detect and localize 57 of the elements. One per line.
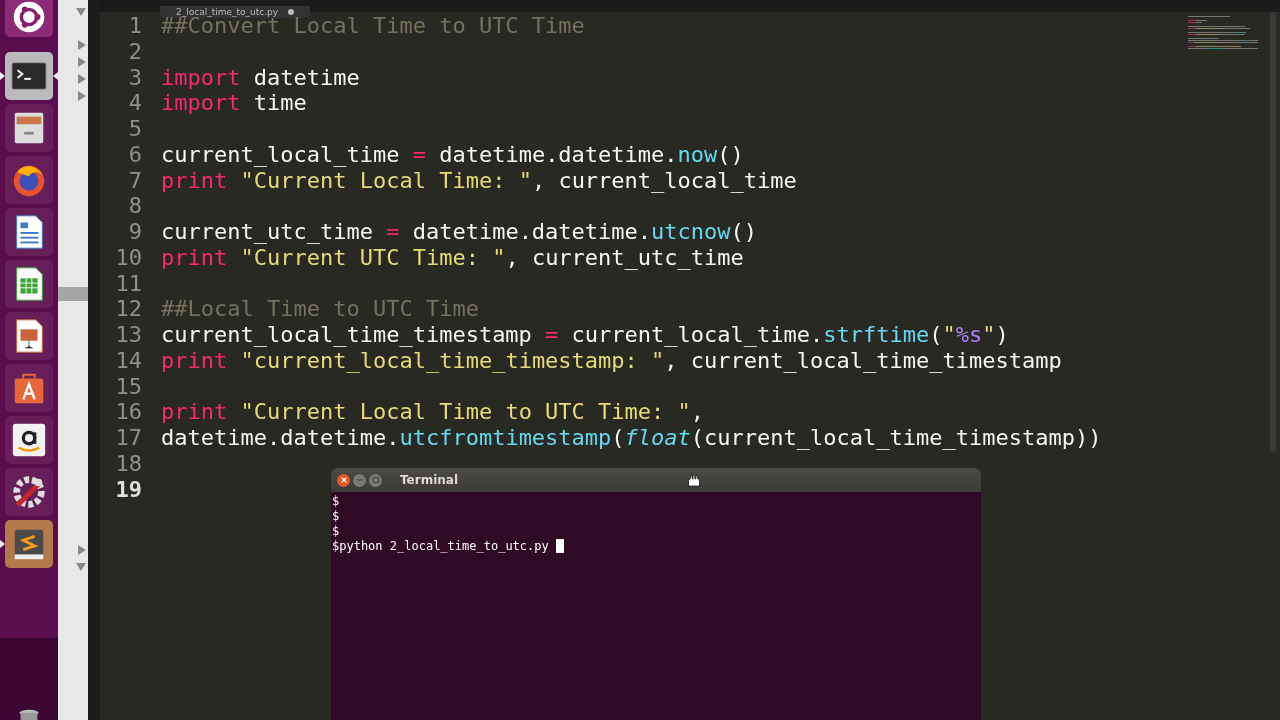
code-line: import datetime — [161, 64, 360, 91]
code-line: datetime.datetime.utcfromtimestamp(float(current_local_time_timestamp)) — [161, 425, 1102, 451]
line-number: 4 — [127, 90, 142, 116]
scrollbar-thumb[interactable] — [58, 287, 88, 301]
code-line: print "Current Local Time to UTC Time: ", — [161, 399, 705, 425]
code-line: print "Current Local Time: ", current_local_time — [161, 167, 797, 194]
trash-icon[interactable] — [0, 638, 58, 720]
line-number: 18 — [114, 450, 142, 477]
text-cursor — [555, 539, 564, 553]
line-number: 19 — [114, 476, 142, 503]
text-editor-app-icon[interactable] — [5, 520, 53, 568]
scrollbar-thumb[interactable] — [1270, 12, 1276, 452]
code-line: ##Local Time to UTC Time — [161, 296, 479, 322]
document-app-icon[interactable] — [5, 208, 53, 256]
terminal-app-icon[interactable] — [5, 52, 53, 100]
dash-launcher-icon[interactable] — [5, 0, 53, 37]
gear-wrench-icon[interactable] — [5, 468, 53, 516]
line-number: 3 — [127, 64, 142, 91]
close-button[interactable] — [337, 473, 350, 487]
close-icon — [339, 476, 348, 484]
code-line: current_local_time = datetime.datetime.now() — [161, 141, 744, 168]
line-number: 14 — [114, 347, 142, 374]
line-number: 1 — [127, 13, 142, 39]
file-cabinet-icon[interactable] — [5, 104, 53, 152]
title-bar[interactable]: Terminal — [331, 468, 981, 492]
grab-cursor-icon — [686, 474, 702, 487]
line-number: 9 — [127, 219, 142, 245]
code-line: print "Current UTC Time: ", current_utc_time — [161, 244, 744, 271]
spreadsheet-app-icon[interactable] — [5, 260, 53, 308]
letter-a-icon[interactable] — [5, 416, 53, 464]
line-number: 2 — [127, 38, 142, 65]
line-number: 12 — [114, 296, 142, 322]
line-number: 13 — [114, 322, 142, 348]
terminal-line: $ — [332, 494, 340, 509]
line-number: 15 — [114, 373, 142, 400]
maximize-icon — [371, 476, 380, 484]
terminal-line: $ — [332, 509, 340, 524]
line-number: 16 — [114, 399, 142, 425]
line-number: 17 — [114, 425, 142, 451]
code-line: import time — [161, 90, 307, 116]
line-number: 8 — [127, 193, 142, 219]
browser-app-icon[interactable] — [5, 156, 53, 204]
line-number: 6 — [127, 141, 142, 168]
minimize-icon — [355, 476, 364, 484]
presentation-app-icon[interactable] — [5, 312, 53, 360]
line-number: 7 — [127, 167, 142, 194]
terminal-line: $ — [332, 524, 340, 539]
maximize-button[interactable] — [369, 473, 382, 487]
code-line: current_utc_time = datetime.datetime.utcnow() — [161, 219, 758, 245]
code-line: current_local_time_timestamp = current_local_time.strftime("%s") — [161, 322, 1009, 348]
terminal-line: $python 2_local_time_to_utc.py — [332, 539, 549, 554]
line-number: 10 — [114, 244, 142, 271]
window-title: Terminal — [400, 473, 459, 487]
line-number: 5 — [127, 116, 142, 142]
line-number: 11 — [114, 270, 142, 297]
shopping-bag-icon[interactable] — [5, 364, 53, 412]
code-line: print "current_local_time_timestamp: ", current_local_time_timestamp — [161, 347, 1062, 374]
